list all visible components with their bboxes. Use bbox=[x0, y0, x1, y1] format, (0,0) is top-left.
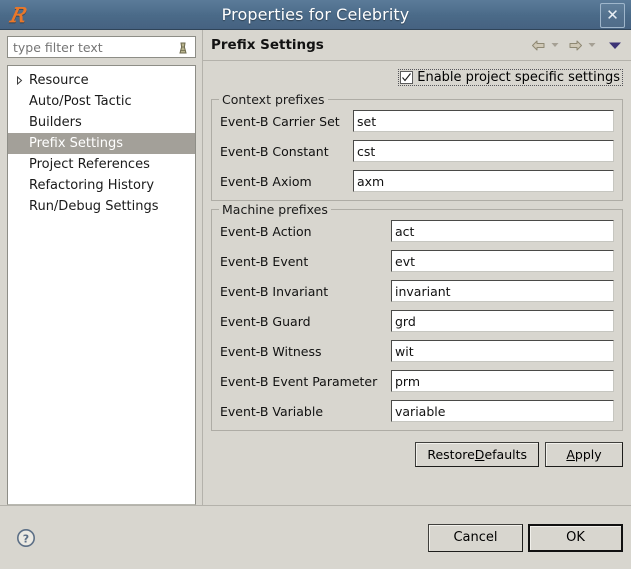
field-label: Event-B Action bbox=[220, 224, 391, 239]
sidebar-item-label: Refactoring History bbox=[27, 178, 154, 193]
settings-content-pane: Prefix Settings bbox=[202, 30, 631, 505]
constant-prefix-input[interactable] bbox=[353, 140, 614, 162]
page-header: Prefix Settings bbox=[203, 30, 631, 61]
field-label: Event-B Invariant bbox=[220, 284, 391, 299]
field-row: Event-B Carrier Set bbox=[220, 110, 614, 132]
forward-arrow-icon[interactable] bbox=[565, 36, 585, 54]
svg-text:?: ? bbox=[23, 532, 29, 545]
field-label: Event-B Axiom bbox=[220, 174, 353, 189]
axiom-prefix-input[interactable] bbox=[353, 170, 614, 192]
group-title: Machine prefixes bbox=[219, 202, 331, 217]
sidebar-item-label: Auto/Post Tactic bbox=[27, 94, 132, 109]
field-row: Event-B Witness bbox=[220, 340, 614, 362]
sidebar-item-run-debug-settings[interactable]: Run/Debug Settings bbox=[8, 196, 195, 217]
context-prefixes-group: Context prefixes Event-B Carrier Set Eve… bbox=[211, 99, 623, 201]
field-row: Event-B Action bbox=[220, 220, 614, 242]
sidebar-item-label: Project References bbox=[27, 157, 150, 172]
apply-button[interactable]: Apply bbox=[545, 442, 623, 467]
invariant-prefix-input[interactable] bbox=[391, 280, 614, 302]
tree-indent-spacer bbox=[11, 94, 27, 110]
tree-indent-spacer bbox=[11, 157, 27, 173]
variable-prefix-input[interactable] bbox=[391, 400, 614, 422]
chevron-right-icon[interactable] bbox=[11, 73, 27, 89]
field-label: Event-B Variable bbox=[220, 404, 391, 419]
cancel-button[interactable]: Cancel bbox=[428, 524, 523, 552]
field-row: Event-B Constant bbox=[220, 140, 614, 162]
enable-project-specific-settings-checkbox[interactable]: Enable project specific settings bbox=[398, 69, 623, 86]
prefix-settings-form: Enable project specific settings Context… bbox=[203, 61, 631, 505]
sidebar-item-project-references[interactable]: Project References bbox=[8, 154, 195, 175]
guard-prefix-input[interactable] bbox=[391, 310, 614, 332]
chevron-down-icon[interactable] bbox=[549, 36, 560, 54]
field-row: Event-B Event Parameter bbox=[220, 370, 614, 392]
footer-buttons: Cancel OK bbox=[428, 524, 623, 552]
restore-defaults-button[interactable]: Restore Defaults bbox=[415, 442, 539, 467]
help-question-icon[interactable]: ? bbox=[16, 528, 36, 548]
tree-indent-spacer bbox=[11, 115, 27, 131]
sidebar-item-refactoring-history[interactable]: Refactoring History bbox=[8, 175, 195, 196]
filter-funnel-icon[interactable] bbox=[174, 38, 192, 56]
machine-prefixes-group: Machine prefixes Event-B Action Event-B … bbox=[211, 209, 623, 431]
page-nav-controls bbox=[528, 36, 625, 54]
field-label: Event-B Constant bbox=[220, 144, 353, 159]
sidebar-item-builders[interactable]: Builders bbox=[8, 112, 195, 133]
carrier-set-prefix-input[interactable] bbox=[353, 110, 614, 132]
sidebar-item-label: Run/Debug Settings bbox=[27, 199, 159, 214]
event-parameter-prefix-input[interactable] bbox=[391, 370, 614, 392]
sidebar-item-label: Prefix Settings bbox=[27, 136, 123, 151]
tree-indent-spacer bbox=[11, 199, 27, 215]
field-label: Event-B Guard bbox=[220, 314, 391, 329]
view-menu-arrow-icon[interactable] bbox=[605, 36, 625, 54]
ok-button[interactable]: OK bbox=[528, 524, 623, 552]
back-arrow-icon[interactable] bbox=[528, 36, 548, 54]
sidebar-item-label: Resource bbox=[27, 73, 89, 88]
field-label: Event-B Witness bbox=[220, 344, 391, 359]
settings-tree[interactable]: Resource Auto/Post Tactic Builders Prefi… bbox=[7, 65, 196, 505]
field-row: Event-B Axiom bbox=[220, 170, 614, 192]
field-row: Event-B Variable bbox=[220, 400, 614, 422]
action-prefix-input[interactable] bbox=[391, 220, 614, 242]
sidebar-item-resource[interactable]: Resource bbox=[8, 70, 195, 91]
chevron-down-icon[interactable] bbox=[586, 36, 597, 54]
window-title: Properties for Celebrity bbox=[0, 5, 631, 24]
properties-dialog: 𝑅 Properties for Celebrity ✕ bbox=[0, 0, 631, 569]
settings-navigation-pane: Resource Auto/Post Tactic Builders Prefi… bbox=[0, 30, 202, 505]
enable-project-specific-settings-label: Enable project specific settings bbox=[417, 70, 620, 85]
dialog-footer: ? Cancel OK bbox=[0, 505, 631, 569]
sidebar-item-label: Builders bbox=[27, 115, 82, 130]
field-label: Event-B Event Parameter bbox=[220, 374, 391, 389]
group-title: Context prefixes bbox=[219, 92, 328, 107]
page-action-buttons: Restore Defaults Apply bbox=[211, 442, 623, 467]
field-row: Event-B Event bbox=[220, 250, 614, 272]
search-input[interactable] bbox=[8, 38, 174, 56]
dialog-body: Resource Auto/Post Tactic Builders Prefi… bbox=[0, 30, 631, 505]
filter-box[interactable] bbox=[7, 36, 196, 58]
title-bar: 𝑅 Properties for Celebrity ✕ bbox=[0, 0, 631, 30]
field-row: Event-B Guard bbox=[220, 310, 614, 332]
witness-prefix-input[interactable] bbox=[391, 340, 614, 362]
field-label: Event-B Event bbox=[220, 254, 391, 269]
enable-project-specific-row: Enable project specific settings bbox=[211, 67, 623, 87]
rodin-r-icon: 𝑅 bbox=[2, 1, 32, 28]
tree-indent-spacer bbox=[11, 136, 27, 152]
page-title: Prefix Settings bbox=[211, 37, 528, 53]
checkbox-checked-icon[interactable] bbox=[400, 71, 413, 84]
close-icon[interactable]: ✕ bbox=[600, 3, 625, 28]
sidebar-item-auto-post-tactic[interactable]: Auto/Post Tactic bbox=[8, 91, 195, 112]
tree-indent-spacer bbox=[11, 178, 27, 194]
field-label: Event-B Carrier Set bbox=[220, 114, 353, 129]
event-prefix-input[interactable] bbox=[391, 250, 614, 272]
sidebar-item-prefix-settings[interactable]: Prefix Settings bbox=[8, 133, 195, 154]
field-row: Event-B Invariant bbox=[220, 280, 614, 302]
